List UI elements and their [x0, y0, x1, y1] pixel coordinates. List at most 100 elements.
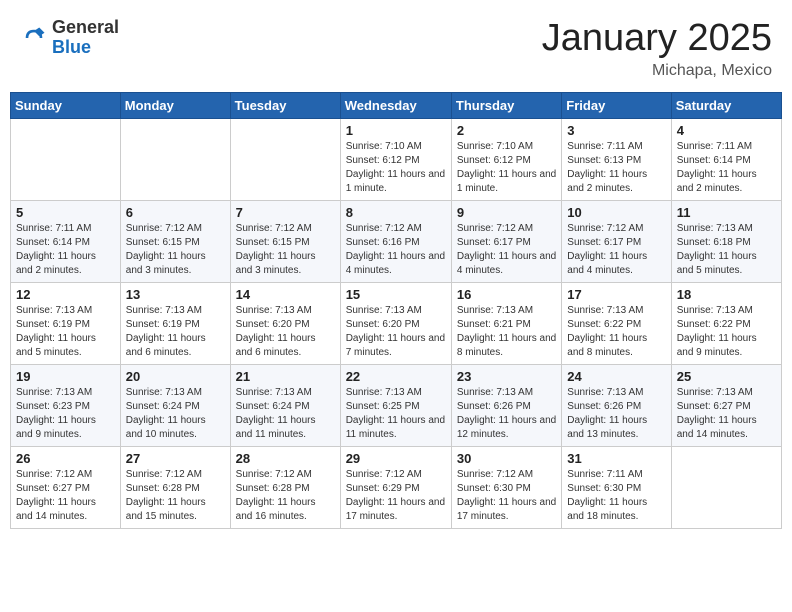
calendar-table: Sunday Monday Tuesday Wednesday Thursday…	[10, 92, 782, 529]
day-info: Sunrise: 7:11 AM Sunset: 6:14 PM Dayligh…	[677, 140, 776, 196]
calendar-header-row: Sunday Monday Tuesday Wednesday Thursday…	[11, 92, 782, 118]
calendar-cell	[671, 446, 781, 528]
calendar-cell: 20 Sunrise: 7:13 AM Sunset: 6:24 PM Dayli…	[120, 364, 230, 446]
day-number: 5	[16, 205, 115, 220]
day-info: Sunrise: 7:13 AM Sunset: 6:24 PM Dayligh…	[236, 386, 335, 442]
calendar-cell	[11, 118, 121, 200]
day-info: Sunrise: 7:12 AM Sunset: 6:16 PM Dayligh…	[346, 222, 446, 278]
calendar-cell: 11 Sunrise: 7:13 AM Sunset: 6:18 PM Dayli…	[671, 200, 781, 282]
day-info: Sunrise: 7:13 AM Sunset: 6:20 PM Dayligh…	[236, 304, 335, 360]
day-number: 1	[346, 123, 446, 138]
calendar-cell: 10 Sunrise: 7:12 AM Sunset: 6:17 PM Dayli…	[562, 200, 671, 282]
calendar-cell: 7 Sunrise: 7:12 AM Sunset: 6:15 PM Daylig…	[230, 200, 340, 282]
col-wednesday: Wednesday	[340, 92, 451, 118]
calendar-cell: 21 Sunrise: 7:13 AM Sunset: 6:24 PM Dayli…	[230, 364, 340, 446]
calendar-cell: 25 Sunrise: 7:13 AM Sunset: 6:27 PM Dayli…	[671, 364, 781, 446]
day-number: 20	[126, 369, 225, 384]
calendar-cell: 2Sunrise: 7:10 AM Sunset: 6:12 PM Daylig…	[451, 118, 561, 200]
day-info: Sunrise: 7:13 AM Sunset: 6:25 PM Dayligh…	[346, 386, 446, 442]
day-number: 13	[126, 287, 225, 302]
calendar-cell: 6 Sunrise: 7:12 AM Sunset: 6:15 PM Daylig…	[120, 200, 230, 282]
day-number: 7	[236, 205, 335, 220]
day-number: 31	[567, 451, 665, 466]
calendar-cell: 16Sunrise: 7:13 AM Sunset: 6:21 PM Dayli…	[451, 282, 561, 364]
col-monday: Monday	[120, 92, 230, 118]
calendar-cell: 14 Sunrise: 7:13 AM Sunset: 6:20 PM Dayli…	[230, 282, 340, 364]
day-info: Sunrise: 7:13 AM Sunset: 6:27 PM Dayligh…	[677, 386, 776, 442]
calendar-cell: 27Sunrise: 7:12 AM Sunset: 6:28 PM Dayli…	[120, 446, 230, 528]
day-number: 21	[236, 369, 335, 384]
calendar-cell: 17 Sunrise: 7:13 AM Sunset: 6:22 PM Dayli…	[562, 282, 671, 364]
col-friday: Friday	[562, 92, 671, 118]
col-saturday: Saturday	[671, 92, 781, 118]
day-number: 30	[457, 451, 556, 466]
day-number: 17	[567, 287, 665, 302]
day-info: Sunrise: 7:10 AM Sunset: 6:12 PM Dayligh…	[346, 140, 446, 196]
calendar-cell	[230, 118, 340, 200]
day-info: Sunrise: 7:13 AM Sunset: 6:20 PM Dayligh…	[346, 304, 446, 360]
calendar-cell: 31 Sunrise: 7:11 AM Sunset: 6:30 PM Dayli…	[562, 446, 671, 528]
day-info: Sunrise: 7:12 AM Sunset: 6:30 PM Dayligh…	[457, 468, 556, 524]
day-number: 29	[346, 451, 446, 466]
day-info: Sunrise: 7:13 AM Sunset: 6:19 PM Dayligh…	[126, 304, 225, 360]
day-number: 24	[567, 369, 665, 384]
calendar-cell: 26Sunrise: 7:12 AM Sunset: 6:27 PM Dayli…	[11, 446, 121, 528]
calendar-cell: 28Sunrise: 7:12 AM Sunset: 6:28 PM Dayli…	[230, 446, 340, 528]
day-info: Sunrise: 7:12 AM Sunset: 6:29 PM Dayligh…	[346, 468, 446, 524]
day-info: Sunrise: 7:12 AM Sunset: 6:15 PM Dayligh…	[126, 222, 225, 278]
day-number: 4	[677, 123, 776, 138]
day-number: 14	[236, 287, 335, 302]
day-info: Sunrise: 7:11 AM Sunset: 6:30 PM Dayligh…	[567, 468, 665, 524]
day-info: Sunrise: 7:13 AM Sunset: 6:26 PM Dayligh…	[457, 386, 556, 442]
title-block: January 2025 Michapa, Mexico	[542, 18, 772, 80]
day-info: Sunrise: 7:13 AM Sunset: 6:18 PM Dayligh…	[677, 222, 776, 278]
day-info: Sunrise: 7:11 AM Sunset: 6:13 PM Dayligh…	[567, 140, 665, 196]
logo-icon	[20, 24, 48, 52]
day-number: 15	[346, 287, 446, 302]
day-number: 27	[126, 451, 225, 466]
day-number: 9	[457, 205, 556, 220]
calendar-cell	[120, 118, 230, 200]
calendar-cell: 12Sunrise: 7:13 AM Sunset: 6:19 PM Dayli…	[11, 282, 121, 364]
day-info: Sunrise: 7:12 AM Sunset: 6:17 PM Dayligh…	[567, 222, 665, 278]
col-tuesday: Tuesday	[230, 92, 340, 118]
calendar-cell: 18Sunrise: 7:13 AM Sunset: 6:22 PM Dayli…	[671, 282, 781, 364]
day-info: Sunrise: 7:12 AM Sunset: 6:27 PM Dayligh…	[16, 468, 115, 524]
calendar-cell: 29 Sunrise: 7:12 AM Sunset: 6:29 PM Dayli…	[340, 446, 451, 528]
calendar-cell: 4 Sunrise: 7:11 AM Sunset: 6:14 PM Daylig…	[671, 118, 781, 200]
calendar-cell: 24Sunrise: 7:13 AM Sunset: 6:26 PM Dayli…	[562, 364, 671, 446]
calendar-cell: 22 Sunrise: 7:13 AM Sunset: 6:25 PM Dayli…	[340, 364, 451, 446]
day-number: 25	[677, 369, 776, 384]
day-number: 28	[236, 451, 335, 466]
day-info: Sunrise: 7:12 AM Sunset: 6:15 PM Dayligh…	[236, 222, 335, 278]
day-number: 8	[346, 205, 446, 220]
calendar-week-4: 19Sunrise: 7:13 AM Sunset: 6:23 PM Dayli…	[11, 364, 782, 446]
day-number: 22	[346, 369, 446, 384]
logo: General Blue	[20, 18, 119, 58]
day-number: 23	[457, 369, 556, 384]
day-number: 10	[567, 205, 665, 220]
calendar-cell: 1 Sunrise: 7:10 AM Sunset: 6:12 PM Daylig…	[340, 118, 451, 200]
logo-general-text: General	[52, 17, 119, 37]
calendar-week-5: 26Sunrise: 7:12 AM Sunset: 6:27 PM Dayli…	[11, 446, 782, 528]
day-info: Sunrise: 7:13 AM Sunset: 6:24 PM Dayligh…	[126, 386, 225, 442]
col-sunday: Sunday	[11, 92, 121, 118]
calendar-cell: 15 Sunrise: 7:13 AM Sunset: 6:20 PM Dayli…	[340, 282, 451, 364]
calendar-cell: 30 Sunrise: 7:12 AM Sunset: 6:30 PM Dayli…	[451, 446, 561, 528]
day-info: Sunrise: 7:13 AM Sunset: 6:22 PM Dayligh…	[567, 304, 665, 360]
calendar-cell: 3Sunrise: 7:11 AM Sunset: 6:13 PM Daylig…	[562, 118, 671, 200]
day-info: Sunrise: 7:12 AM Sunset: 6:17 PM Dayligh…	[457, 222, 556, 278]
page-header: General Blue January 2025 Michapa, Mexic…	[10, 10, 782, 84]
calendar-week-2: 5 Sunrise: 7:11 AM Sunset: 6:14 PM Daylig…	[11, 200, 782, 282]
calendar-cell: 8 Sunrise: 7:12 AM Sunset: 6:16 PM Daylig…	[340, 200, 451, 282]
month-title: January 2025	[542, 18, 772, 60]
day-number: 18	[677, 287, 776, 302]
day-number: 12	[16, 287, 115, 302]
logo-blue-text: Blue	[52, 37, 91, 57]
day-number: 6	[126, 205, 225, 220]
day-info: Sunrise: 7:13 AM Sunset: 6:23 PM Dayligh…	[16, 386, 115, 442]
calendar-week-3: 12 Sunrise: 7:13 AM Sunset: 6:19 PM Dayli…	[11, 282, 782, 364]
day-info: Sunrise: 7:11 AM Sunset: 6:14 PM Dayligh…	[16, 222, 115, 278]
calendar-cell: 13 Sunrise: 7:13 AM Sunset: 6:19 PM Dayli…	[120, 282, 230, 364]
day-number: 11	[677, 205, 776, 220]
